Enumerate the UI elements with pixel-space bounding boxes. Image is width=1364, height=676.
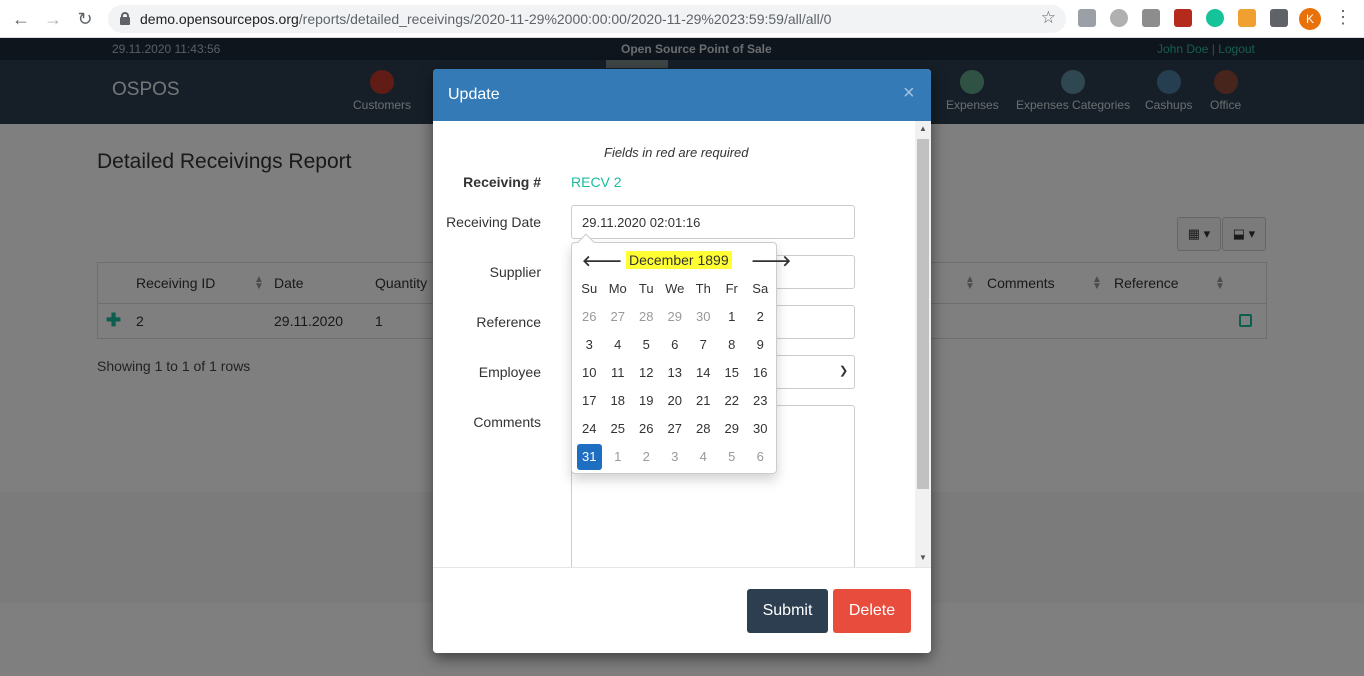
browser-menu-icon[interactable]: ⋮ (1334, 7, 1352, 28)
close-icon[interactable]: × (903, 82, 915, 105)
submit-button[interactable]: Submit (747, 589, 828, 633)
reload-icon[interactable]: ↻ (72, 6, 98, 32)
bookmark-star-icon[interactable]: ☆ (1041, 8, 1056, 28)
calendar-day[interactable]: 12 (632, 359, 661, 387)
calendar-day[interactable]: 23 (746, 387, 775, 415)
prev-month-arrow-icon[interactable]: 🡐 (582, 251, 622, 270)
skype-extension-icon[interactable] (1078, 9, 1096, 27)
back-arrow-icon[interactable]: ← (8, 6, 34, 32)
datepicker-grid: Su Mo Tu We Th Fr Sa 26 27 28 29 30 1 2 3 4 5 6 7 8 9 10 11 12 1… (575, 275, 775, 471)
forward-arrow-icon[interactable]: → (40, 6, 66, 32)
extension-circle-icon[interactable] (1110, 9, 1128, 27)
scrollbar-thumb[interactable] (917, 139, 929, 489)
calendar-day[interactable]: 16 (746, 359, 775, 387)
address-bar[interactable]: demo.opensourcepos.org/reports/detailed_… (108, 5, 1066, 33)
calendar-day[interactable]: 30 (689, 303, 718, 331)
day-of-week-header: Tu (638, 281, 654, 296)
calendar-day[interactable]: 28 (632, 303, 661, 331)
calendar-day[interactable]: 15 (718, 359, 747, 387)
required-fields-note: Fields in red are required (604, 145, 749, 160)
calendar-day[interactable]: 5 (718, 443, 747, 471)
calendar-day[interactable]: 20 (661, 387, 690, 415)
day-of-week-header: We (665, 281, 685, 296)
calendar-day[interactable]: 27 (604, 303, 633, 331)
delete-button[interactable]: Delete (833, 589, 911, 633)
calendar-day[interactable]: 1 (604, 443, 633, 471)
calendar-day[interactable]: 9 (746, 331, 775, 359)
calendar-day[interactable]: 2 (746, 303, 775, 331)
day-of-week-header: Fr (725, 281, 738, 296)
modal-title: Update (448, 86, 500, 103)
calendar-day[interactable]: 26 (632, 415, 661, 443)
modal-scrollbar[interactable]: ▲ ▼ (915, 121, 931, 567)
calendar-day[interactable]: 17 (575, 387, 604, 415)
receiving-date-label: Receiving Date (446, 214, 541, 230)
calendar-day[interactable]: 10 (575, 359, 604, 387)
calendar-day[interactable]: 2 (632, 443, 661, 471)
supplier-label: Supplier (489, 264, 541, 280)
calendar-day[interactable]: 4 (604, 331, 633, 359)
calendar-day[interactable]: 5 (632, 331, 661, 359)
receiving-number-value: RECV 2 (571, 174, 622, 190)
calendar-day[interactable]: 18 (604, 387, 633, 415)
calendar-day[interactable]: 19 (632, 387, 661, 415)
url-text: demo.opensourcepos.org/reports/detailed_… (140, 11, 832, 27)
calendar-day[interactable]: 8 (718, 331, 747, 359)
datepicker: 🡐 December 1899 🡒 Su Mo Tu We Th Fr Sa 26 27 28 29… (571, 233, 791, 474)
scroll-down-icon[interactable]: ▼ (919, 553, 927, 562)
browser-toolbar: ← → ↻ demo.opensourcepos.org/reports/det… (0, 0, 1364, 38)
calendar-day[interactable]: 6 (746, 443, 775, 471)
reference-label: Reference (476, 314, 541, 330)
day-of-week-header: Th (695, 281, 711, 296)
profile-avatar[interactable]: K (1299, 8, 1321, 30)
calendar-day[interactable]: 14 (689, 359, 718, 387)
calendar-day[interactable]: 29 (718, 415, 747, 443)
employee-label: Employee (478, 364, 541, 380)
extension-wm-icon[interactable] (1238, 9, 1256, 27)
grammarly-extension-icon[interactable] (1206, 9, 1224, 27)
calendar-day[interactable]: 3 (661, 443, 690, 471)
calendar-day[interactable]: 30 (746, 415, 775, 443)
modal-header: Update × (433, 69, 931, 121)
calendar-day[interactable]: 21 (689, 387, 718, 415)
receiving-number-label: Receiving # (463, 174, 541, 190)
calendar-day[interactable]: 29 (661, 303, 690, 331)
calendar-day[interactable]: 6 (661, 331, 690, 359)
calendar-day[interactable]: 4 (689, 443, 718, 471)
extension-g-icon[interactable] (1142, 9, 1160, 27)
calendar-day[interactable]: 11 (604, 359, 633, 387)
next-month-arrow-icon[interactable]: 🡒 (751, 251, 791, 270)
calendar-day[interactable]: 3 (575, 331, 604, 359)
modal-footer: Submit Delete (433, 567, 931, 653)
chevron-down-icon: ❯ (839, 365, 849, 377)
day-of-week-header: Su (581, 281, 598, 296)
scroll-up-icon[interactable]: ▲ (919, 124, 927, 133)
calendar-day[interactable]: 22 (718, 387, 747, 415)
lock-icon (120, 12, 130, 25)
receiving-date-input[interactable]: 29.11.2020 02:01:16 (571, 205, 855, 239)
pdf-extension-icon[interactable] (1174, 9, 1192, 27)
extensions-puzzle-icon[interactable] (1270, 9, 1288, 27)
selected-day[interactable]: 31 (577, 444, 602, 470)
calendar-day[interactable]: 27 (661, 415, 690, 443)
calendar-day[interactable]: 7 (689, 331, 718, 359)
day-of-week-header: Sa (752, 281, 769, 296)
calendar-day[interactable]: 24 (575, 415, 604, 443)
calendar-day[interactable]: 1 (718, 303, 747, 331)
datepicker-month-title[interactable]: December 1899 (626, 251, 732, 269)
calendar-day[interactable]: 26 (575, 303, 604, 331)
comments-label: Comments (473, 414, 541, 430)
calendar-day[interactable]: 28 (689, 415, 718, 443)
calendar-day[interactable]: 13 (661, 359, 690, 387)
day-of-week-header: Mo (608, 281, 627, 296)
calendar-day[interactable]: 25 (604, 415, 633, 443)
